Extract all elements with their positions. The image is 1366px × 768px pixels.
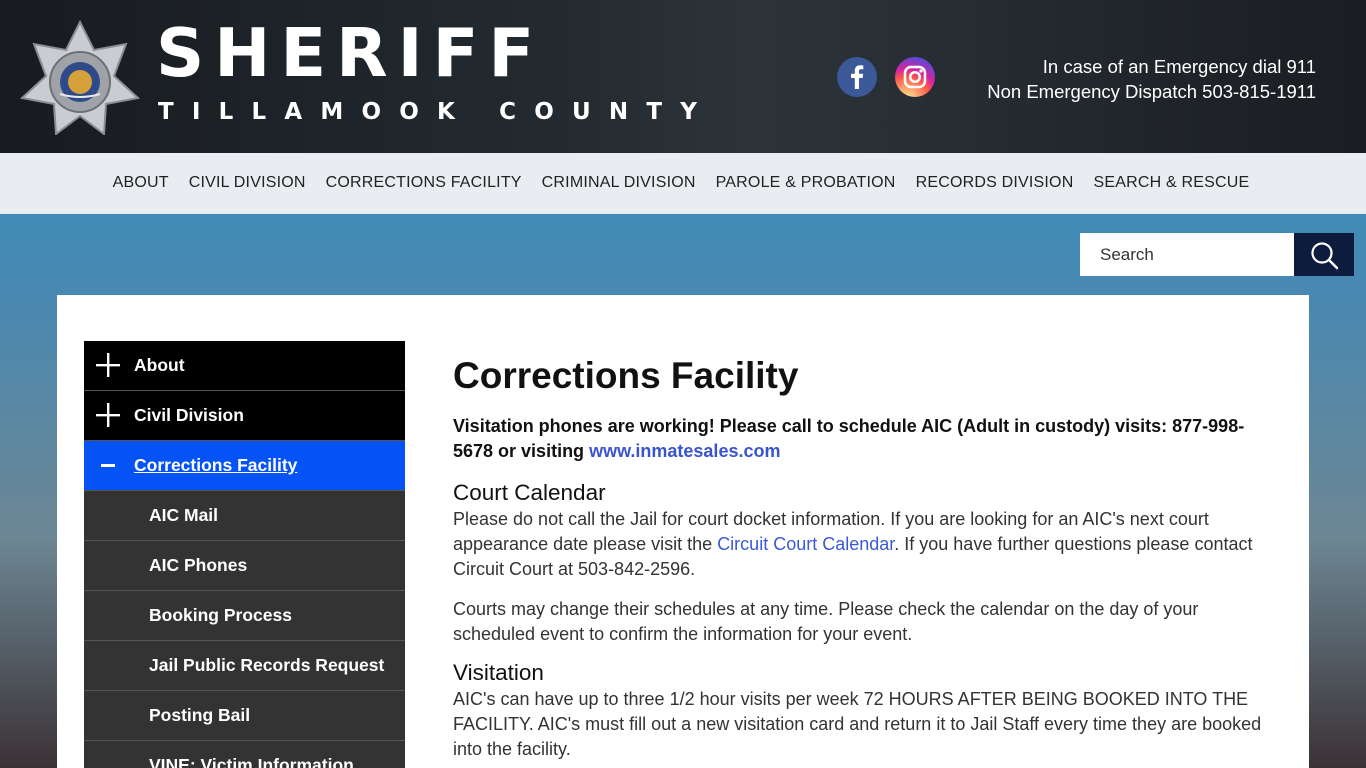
visitation-heading: Visitation: [453, 660, 544, 685]
court-paragraph-1: Please do not call the Jail for court do…: [453, 507, 1283, 582]
nav-item-civil-division[interactable]: CIVIL DIVISION: [179, 173, 316, 193]
sidebar-item-label: About: [134, 355, 185, 375]
sidebar-item-booking-process[interactable]: Booking Process: [84, 591, 405, 641]
inmatesales-link[interactable]: www.inmatesales.com: [589, 441, 780, 461]
sidebar-item-label: Corrections Facility: [134, 455, 298, 475]
sidebar-item-label: Posting Bail: [149, 705, 251, 725]
main-content: Corrections Facility Visitation phones a…: [453, 353, 1283, 762]
site-subtitle: TILLAMOOK COUNTY: [158, 99, 716, 125]
plus-icon[interactable]: [95, 402, 121, 428]
sidebar-item-label: AIC Phones: [149, 555, 248, 575]
sidebar-item-label: AIC Mail: [149, 505, 219, 525]
sidebar-item-aic-mail[interactable]: AIC Mail: [84, 491, 405, 541]
plus-icon[interactable]: [95, 352, 121, 378]
search-input[interactable]: [1080, 233, 1294, 276]
emergency-contact: In case of an Emergency dial 911 Non Eme…: [987, 54, 1316, 104]
nav-item-corrections-facility[interactable]: CORRECTIONS FACILITY: [316, 173, 532, 193]
visitation-notice: Visitation phones are working! Please ca…: [453, 414, 1283, 464]
emergency-line: In case of an Emergency dial 911: [1042, 56, 1316, 77]
nav-item-search-rescue[interactable]: SEARCH & RESCUE: [1083, 173, 1259, 193]
sheriff-badge-logo[interactable]: [20, 20, 140, 135]
site-header: SHERIFF TILLAMOOK COUNTY In case of an E…: [0, 0, 1366, 153]
side-menu: About Civil Division Corrections Facilit…: [84, 341, 405, 768]
nav-item-parole-probation[interactable]: PAROLE & PROBATION: [706, 173, 906, 193]
search-button[interactable]: [1294, 233, 1354, 276]
dispatch-line: Non Emergency Dispatch 503-815-1911: [987, 81, 1316, 102]
nav-item-about[interactable]: ABOUT: [103, 173, 179, 193]
minus-icon[interactable]: [95, 452, 121, 478]
nav-item-criminal-division[interactable]: CRIMINAL DIVISION: [532, 173, 706, 193]
facebook-icon[interactable]: [837, 57, 877, 97]
sidebar-item-label: Civil Division: [134, 405, 244, 425]
sidebar-item-posting-bail[interactable]: Posting Bail: [84, 691, 405, 741]
visitation-paragraph: AIC's can have up to three 1/2 hour visi…: [453, 689, 1262, 759]
page-title: Corrections Facility: [453, 355, 799, 396]
notice-text: Visitation phones are working! Please ca…: [453, 416, 1245, 461]
court-paragraph-2: Courts may change their schedules at any…: [453, 599, 1199, 644]
sidebar-item-corrections-facility[interactable]: Corrections Facility: [84, 441, 405, 491]
sidebar-item-jail-public-records[interactable]: Jail Public Records Request: [84, 641, 405, 691]
search-icon: [1311, 242, 1339, 270]
nav-item-records-division[interactable]: RECORDS DIVISION: [906, 173, 1084, 193]
court-calendar-heading: Court Calendar: [453, 480, 606, 505]
sidebar-item-about[interactable]: About: [84, 341, 405, 391]
sidebar-item-aic-phones[interactable]: AIC Phones: [84, 541, 405, 591]
circuit-court-calendar-link[interactable]: Circuit Court Calendar: [717, 534, 894, 554]
content-card: About Civil Division Corrections Facilit…: [57, 295, 1309, 768]
instagram-icon[interactable]: [895, 57, 935, 97]
sidebar-item-label: VINE: Victim Information: [149, 755, 354, 768]
sidebar-item-label: Booking Process: [149, 605, 292, 625]
site-title[interactable]: SHERIFF: [156, 20, 544, 87]
main-nav: ABOUT CIVIL DIVISION CORRECTIONS FACILIT…: [0, 153, 1366, 214]
sidebar-item-vine[interactable]: VINE: Victim Information: [84, 741, 405, 768]
sidebar-item-label: Jail Public Records Request: [149, 655, 385, 675]
sidebar-item-civil-division[interactable]: Civil Division: [84, 391, 405, 441]
